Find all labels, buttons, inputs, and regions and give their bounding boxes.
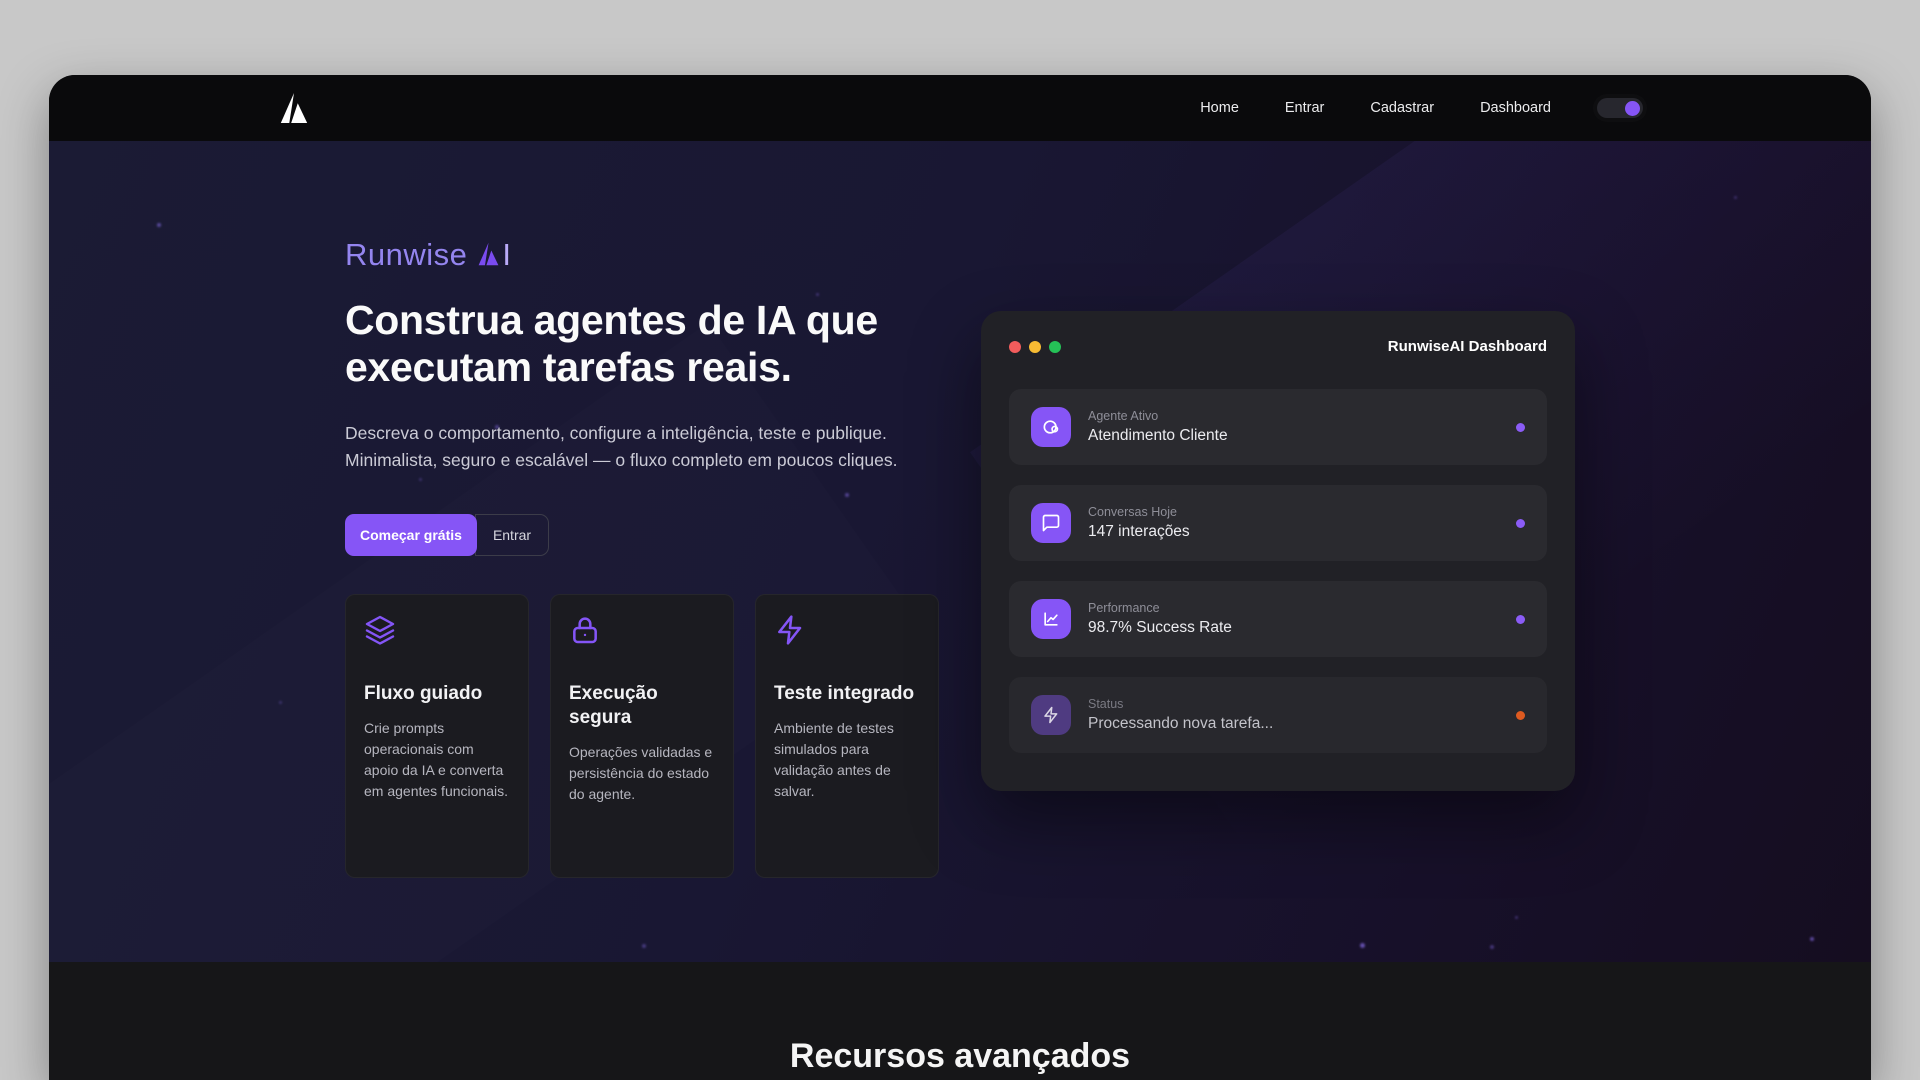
zap-icon [1031,695,1071,735]
brand-wordmark: Runwise I [345,235,945,274]
traffic-light-green [1049,341,1061,353]
nav-link-entrar[interactable]: Entrar [1285,100,1325,116]
dashboard-rows: Agente Ativo Atendimento Cliente Conv [1009,389,1547,753]
star-dot [1490,945,1494,949]
start-free-button[interactable]: Começar grátis [345,514,477,556]
dashboard-row-conversas-hoje[interactable]: Conversas Hoje 147 interações [1009,485,1547,561]
brand-text: Runwise [345,237,467,273]
feature-title: Fluxo guiado [364,682,510,706]
traffic-light-yellow [1029,341,1041,353]
brand-suffix: I [502,237,511,273]
nav-link-dashboard[interactable]: Dashboard [1480,100,1551,116]
app-window: Home Entrar Cadastrar Dashboard [49,75,1871,1080]
nav-link-cadastrar[interactable]: Cadastrar [1370,100,1434,116]
cta-buttons: Começar grátis Entrar [345,514,945,556]
dashboard-row-status[interactable]: Status Processando nova tarefa... [1009,677,1547,753]
hero-description-line2: Minimalista, seguro e escalável — o flux… [345,447,945,474]
top-navbar: Home Entrar Cadastrar Dashboard [49,75,1871,141]
nav-links: Home Entrar Cadastrar Dashboard [1200,98,1643,118]
hero-title-line1: Construa agentes de IA que [345,297,945,344]
feature-description: Operações validadas e persistência do es… [569,742,715,805]
row-value: Processando nova tarefa... [1088,715,1273,733]
brand-triangle-icon [476,238,501,274]
star-dot [157,223,161,227]
nav-link-home[interactable]: Home [1200,100,1239,116]
star-dot [1810,937,1814,941]
status-dot [1516,615,1525,624]
feature-title: Teste integrado [774,682,920,706]
feature-description: Ambiente de testes simulados para valida… [774,718,920,802]
agent-circle-icon [1031,407,1071,447]
dashboard-row-agente-ativo[interactable]: Agente Ativo Atendimento Cliente [1009,389,1547,465]
hero-title-line2: executam tarefas reais. [345,344,945,391]
status-dot [1516,519,1525,528]
dashboard-row-performance[interactable]: Performance 98.7% Success Rate [1009,581,1547,657]
brand-logo-icon[interactable] [277,92,311,124]
star-dot [1515,916,1518,919]
row-value: Atendimento Cliente [1088,427,1228,445]
hero-description: Descreva o comportamento, configure a in… [345,420,945,474]
window-traffic-lights [1009,341,1061,353]
feature-card-fluxo-guiado[interactable]: Fluxo guiado Crie prompts operacionais c… [345,594,529,878]
message-icon [1031,503,1071,543]
row-value: 98.7% Success Rate [1088,619,1232,637]
feature-card-execucao-segura[interactable]: Execução segura Operações validadas e pe… [550,594,734,878]
zap-icon [774,614,920,646]
theme-toggle[interactable] [1597,98,1643,118]
dashboard-mockup-card: RunwiseAI Dashboard Agente Ativo Atendi [981,311,1575,791]
dashboard-header: RunwiseAI Dashboard [1009,338,1547,355]
recursos-section: Recursos avançados [49,962,1871,1080]
chart-icon [1031,599,1071,639]
star-dot [1360,943,1365,948]
star-dot [1734,196,1737,199]
feature-description: Crie prompts operacionais com apoio da I… [364,718,510,802]
feature-title: Execução segura [569,682,715,730]
row-label: Performance [1088,601,1232,615]
row-label: Status [1088,697,1273,711]
hero-title: Construa agentes de IA que executam tare… [345,297,945,391]
traffic-light-red [1009,341,1021,353]
hero-section: Runwise I Construa agentes de IA que exe… [49,141,1871,962]
dashboard-title: RunwiseAI Dashboard [1388,338,1547,355]
layers-icon [364,614,510,646]
theme-toggle-knob [1625,101,1640,116]
star-dot [642,944,646,948]
feature-card-teste-integrado[interactable]: Teste integrado Ambiente de testes simul… [755,594,939,878]
row-label: Agente Ativo [1088,409,1228,423]
lock-icon [569,614,715,646]
section-title: Recursos avançados [49,962,1871,1076]
star-dot [279,701,282,704]
hero-description-line1: Descreva o comportamento, configure a in… [345,420,945,447]
feature-cards: Fluxo guiado Crie prompts operacionais c… [345,594,945,878]
login-button[interactable]: Entrar [475,514,549,556]
row-label: Conversas Hoje [1088,505,1190,519]
status-dot [1516,423,1525,432]
status-dot [1516,711,1525,720]
row-value: 147 interações [1088,523,1190,541]
